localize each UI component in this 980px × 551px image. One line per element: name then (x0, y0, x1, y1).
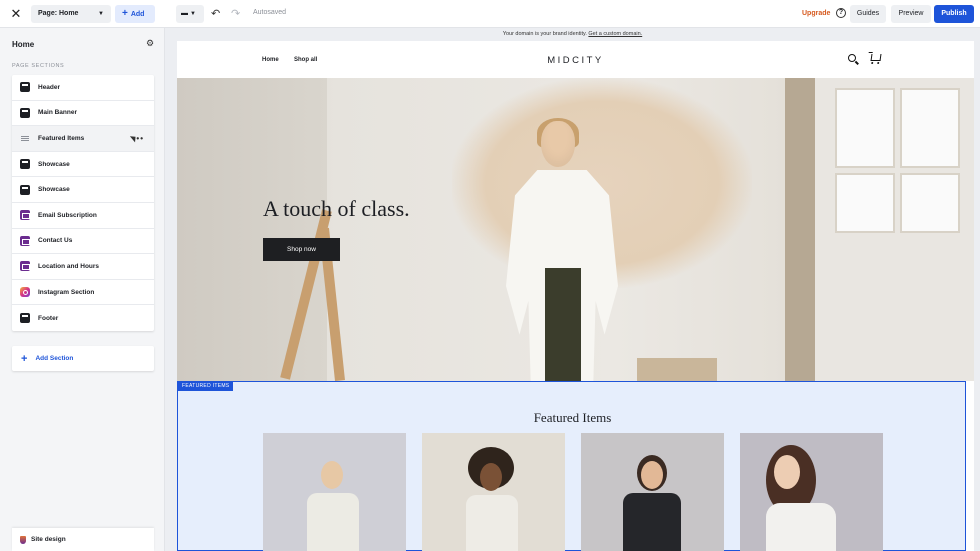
sidebar-item-label: Email Subscription (38, 211, 97, 219)
domain-notice-text: Your domain is your brand identity. (502, 31, 587, 37)
add-section-button[interactable]: + Add Section (12, 346, 154, 371)
product-model-outfit (466, 495, 518, 551)
sidebar-item-label: Featured Items (38, 134, 85, 142)
sidebar-item-label: Instagram Section (38, 288, 95, 296)
showcase-icon (20, 184, 30, 195)
window-pane (835, 173, 895, 233)
custom-domain-link[interactable]: Get a custom domain. (588, 31, 642, 37)
desktop-icon: ▬ (181, 10, 188, 17)
sidebar-item-featured-items[interactable]: Featured Items ••• (12, 126, 154, 152)
page-select-label: Page: Home (38, 10, 79, 17)
plus-icon: + (21, 352, 28, 365)
gear-icon[interactable]: ⚙ (146, 38, 154, 49)
domain-notice: Your domain is your brand identity. Get … (165, 28, 980, 41)
sidebar-item-label: Footer (38, 314, 59, 322)
site-design-label: Site design (31, 536, 66, 543)
autosave-status: Autosaved (253, 9, 287, 16)
header-icon (20, 82, 30, 93)
window-frame (785, 78, 815, 381)
banner-icon (20, 107, 30, 118)
instagram-icon (20, 287, 30, 298)
sidebar-item-showcase[interactable]: Showcase (12, 152, 154, 178)
hero-image-window (785, 78, 974, 381)
add-button[interactable]: + Add (115, 5, 155, 23)
site-preview: Home Shop all MIDCITY A touch of class. … (177, 41, 974, 551)
sidebar-title: Home (12, 40, 35, 49)
add-section-label: Add Section (35, 355, 74, 362)
sidebar-item-main-banner[interactable]: Main Banner (12, 101, 154, 127)
location-icon (20, 261, 30, 272)
publish-button[interactable]: Publish (934, 5, 974, 23)
featured-title: Featured Items (533, 410, 612, 425)
close-icon[interactable]: ✕ (8, 6, 24, 22)
section-tag: FEATURED ITEMS (178, 382, 234, 391)
brush-icon (20, 535, 26, 544)
sidebar-item-email-subscription[interactable]: Email Subscription (12, 203, 154, 229)
product-card[interactable] (581, 433, 724, 551)
sidebar-item-location-and-hours[interactable]: Location and Hours (12, 254, 154, 280)
drag-handle-icon[interactable] (20, 133, 30, 143)
sidebar-item-label: Header (38, 83, 61, 91)
contact-icon (20, 235, 30, 246)
undo-icon[interactable]: ↶ (211, 7, 220, 20)
hero-image-table (637, 358, 717, 381)
product-card[interactable] (422, 433, 565, 551)
section-list: Header Main Banner Featured Items ••• Sho… (12, 75, 154, 331)
main-banner[interactable]: A touch of class. Shop now (177, 78, 974, 381)
help-icon[interactable]: ? (836, 8, 846, 18)
sidebar-item-contact-us[interactable]: Contact Us (12, 229, 154, 255)
product-model-head (480, 463, 502, 491)
add-button-label: Add (130, 11, 145, 18)
sidebar-item-label: Showcase (38, 160, 70, 168)
showcase-icon (20, 159, 30, 170)
product-model-head (774, 455, 800, 489)
sidebar-item-label: Location and Hours (38, 262, 100, 270)
sidebar-item-label: Showcase (38, 186, 70, 194)
editor-toolbar: ✕ Page: Home ▼ + Add ▬ ▼ ↶ ↷ Autosaved Upg… (0, 0, 980, 28)
preview-button[interactable]: Preview (891, 5, 931, 23)
upgrade-link[interactable]: Upgrade (802, 10, 830, 17)
sidebar-item-label: Main Banner (38, 109, 78, 117)
sidebar-item-label: Contact Us (38, 237, 73, 245)
email-icon (20, 210, 30, 221)
hero-model-pants (545, 268, 581, 381)
hero-model-face (541, 121, 575, 167)
section-label: PAGE SECTIONS (12, 63, 65, 69)
guides-button[interactable]: Guides (850, 5, 886, 23)
product-card[interactable] (263, 433, 406, 551)
product-model-head (641, 461, 663, 489)
product-model-outfit (766, 503, 836, 551)
sidebar-item-showcase[interactable]: Showcase (12, 177, 154, 203)
sidebar-item-instagram-section[interactable]: Instagram Section (12, 280, 154, 306)
chevron-down-icon: ▼ (189, 11, 196, 17)
product-card[interactable] (740, 433, 883, 551)
hero-title: A touch of class. (263, 196, 410, 221)
device-toggle[interactable]: ▬ ▼ (176, 5, 204, 23)
site-design-button[interactable]: Site design (12, 528, 154, 551)
window-pane (900, 173, 960, 233)
sidebar-item-footer[interactable]: Footer (12, 305, 154, 331)
sidebar-item-header[interactable]: Header (12, 75, 154, 101)
product-model-head (321, 461, 343, 489)
window-pane (900, 88, 960, 168)
featured-items-section[interactable]: FEATURED ITEMS Featured Items (177, 381, 966, 551)
editor-canvas: Your domain is your brand identity. Get … (165, 28, 980, 551)
shop-now-button[interactable]: Shop now (263, 238, 340, 261)
hero-image-wall (177, 78, 327, 381)
window-pane (835, 88, 895, 168)
product-model-outfit (623, 493, 681, 551)
sidebar: Home ⚙ PAGE SECTIONS Header Main Banner … (0, 28, 165, 551)
site-header[interactable]: Home Shop all MIDCITY (177, 41, 974, 78)
search-icon[interactable] (848, 54, 856, 62)
page-select[interactable]: Page: Home ▼ (31, 5, 111, 23)
plus-icon: + (122, 8, 128, 19)
chevron-down-icon: ▼ (98, 11, 104, 17)
redo-icon[interactable]: ↷ (231, 7, 240, 20)
cart-icon[interactable] (870, 54, 882, 61)
footer-icon (20, 313, 30, 324)
product-model-outfit (307, 493, 359, 551)
